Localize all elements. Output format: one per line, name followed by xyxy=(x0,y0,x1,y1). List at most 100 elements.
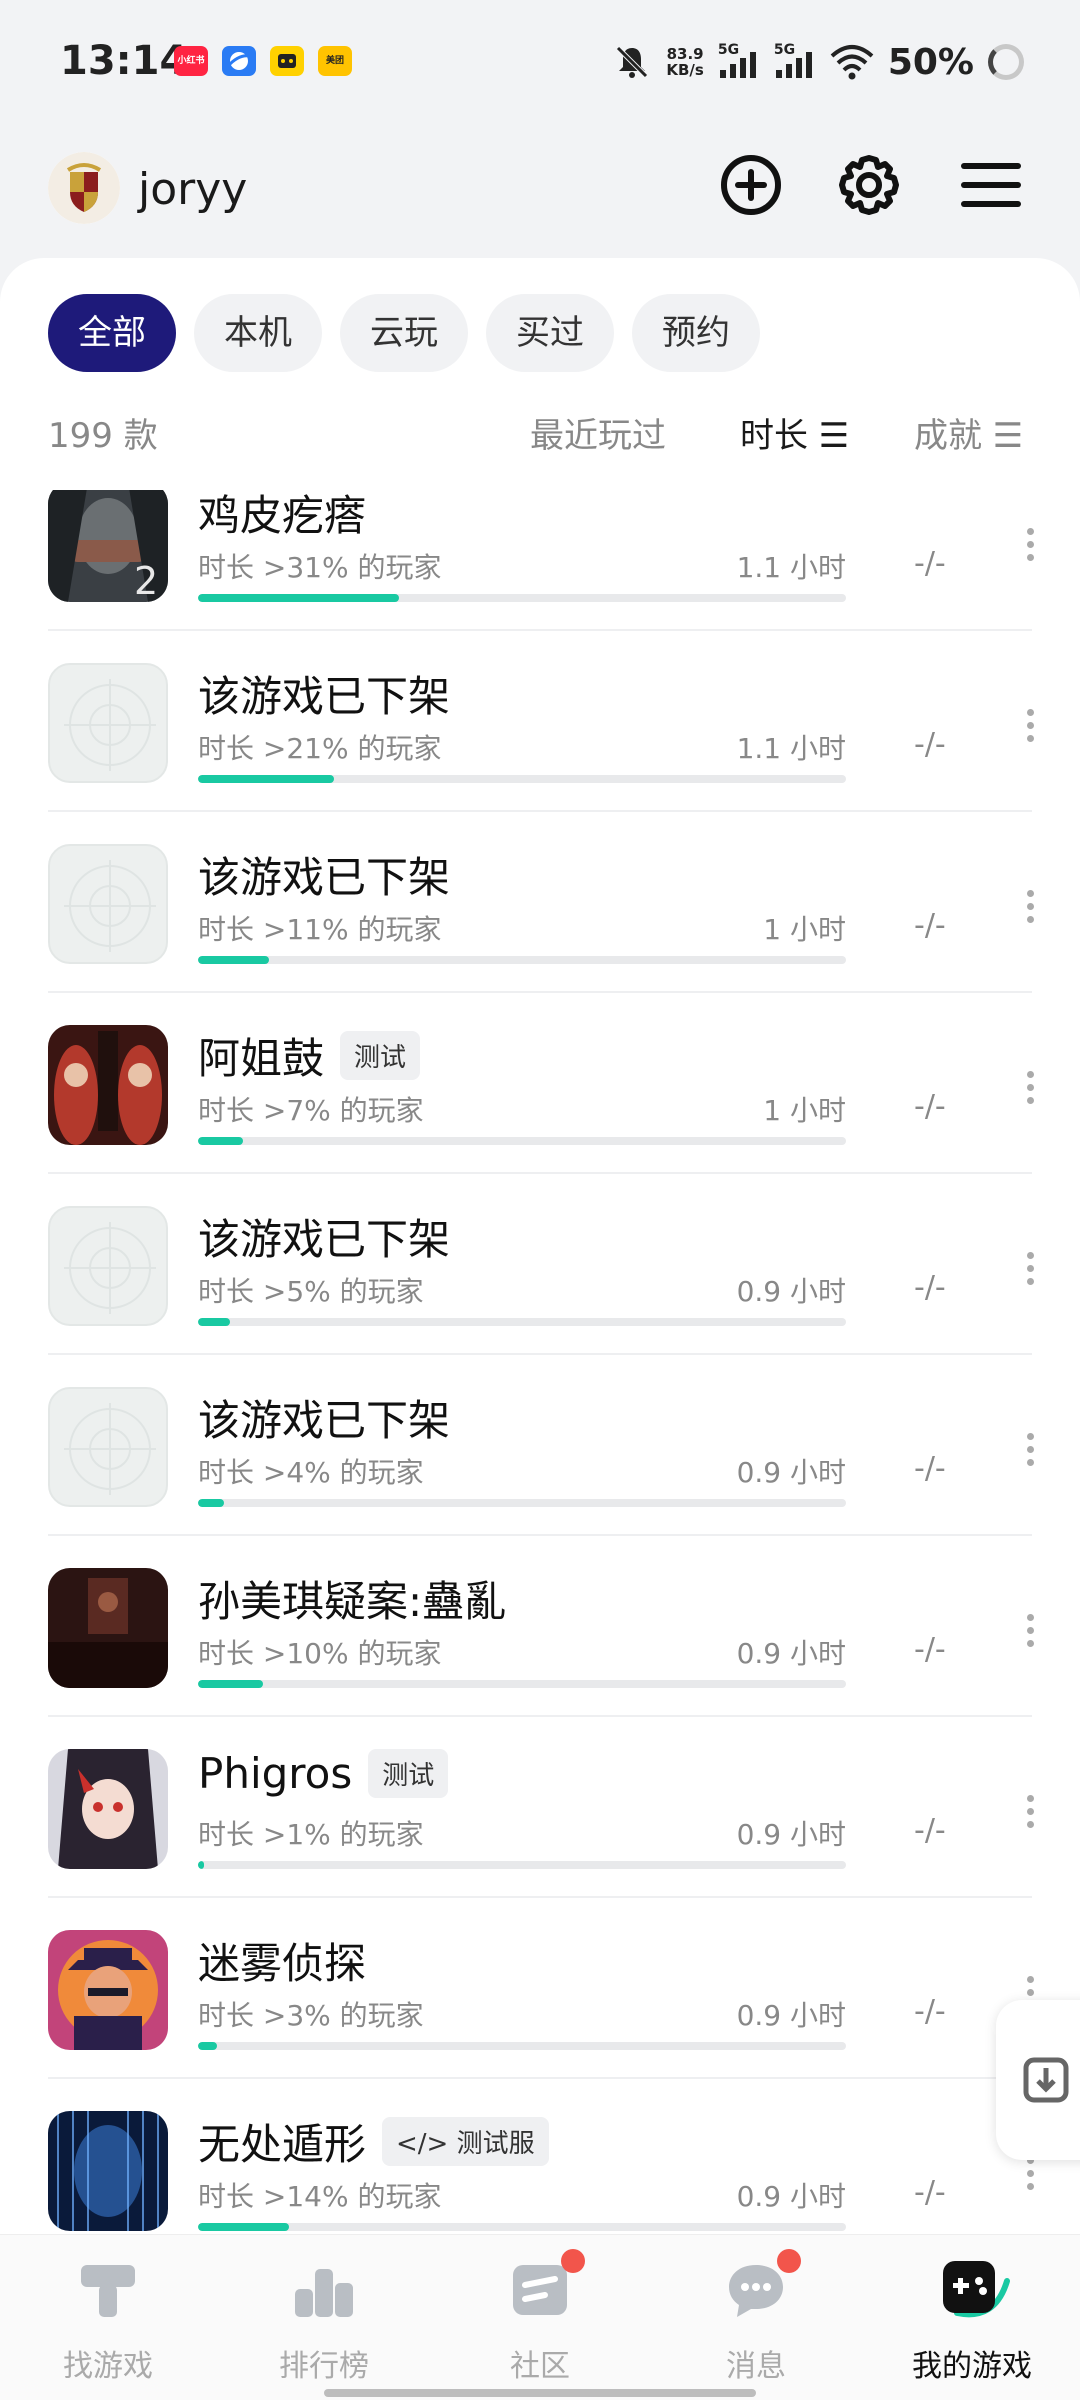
nav-messages[interactable]: 消息 xyxy=(676,2249,836,2385)
game-row[interactable]: 无处遁形 </> 测试服 时长 >14% 的玩家 0.9 小时 -/- xyxy=(0,2079,1080,2234)
game-name: 孙美琪疑案:蠱亂 xyxy=(198,1577,507,1626)
tv-app-icon xyxy=(270,46,304,76)
playtime-progress-bar xyxy=(198,1499,846,1507)
game-name: 该游戏已下架 xyxy=(198,1215,451,1264)
sort-duration[interactable]: 时长 ☰ xyxy=(740,408,849,457)
xiaohongshu-icon: 小红书 xyxy=(174,46,208,76)
game-achievement: -/- xyxy=(914,727,946,762)
more-options-icon[interactable] xyxy=(1020,1795,1040,1835)
filter-reserved[interactable]: 预约 xyxy=(632,294,760,372)
game-playtime-rank: 时长 >10% 的玩家 xyxy=(198,1637,442,1670)
game-row[interactable]: 孙美琪疑案:蠱亂 时长 >10% 的玩家 0.9 小时 -/- xyxy=(0,1536,1080,1717)
games-card: 全部 本机 云玩 买过 预约 199 款 最近玩过 时长 ☰ 成就 ☰ 2 鸡皮… xyxy=(0,258,1080,2234)
placeholder-game-icon[interactable] xyxy=(48,1387,168,1507)
playtime-progress-bar xyxy=(198,956,846,964)
more-options-icon[interactable] xyxy=(1020,1433,1040,1473)
game-hours: 0.9 小时 xyxy=(736,1818,846,1851)
game-name: 迷雾侦探 xyxy=(198,1939,367,1988)
game-achievement: -/- xyxy=(914,1089,946,1124)
nav-rankings[interactable]: 排行榜 xyxy=(244,2255,404,2385)
game-cover-icon[interactable] xyxy=(48,2111,168,2231)
game-title-row: 阿姐鼓 测试 xyxy=(198,1025,421,1086)
more-options-icon[interactable] xyxy=(1020,1071,1040,1111)
placeholder-game-icon[interactable] xyxy=(48,844,168,964)
username[interactable]: joryy xyxy=(138,164,247,215)
game-achievement: -/- xyxy=(914,1994,946,2029)
game-name: 该游戏已下架 xyxy=(198,853,451,902)
game-hours: 1.1 小时 xyxy=(736,551,846,584)
game-row[interactable]: 迷雾侦探 时长 >3% 的玩家 0.9 小时 -/- xyxy=(0,1898,1080,2079)
playtime-progress-fill xyxy=(198,775,335,783)
sort-recent[interactable]: 最近玩过 xyxy=(530,408,666,457)
playtime-progress-fill xyxy=(198,594,399,602)
home-indicator[interactable] xyxy=(324,2389,756,2397)
floating-download-button[interactable] xyxy=(996,2000,1080,2160)
profile-header: joryy xyxy=(0,140,1080,250)
game-hours: 0.9 小时 xyxy=(736,1456,846,1489)
mute-icon xyxy=(616,46,649,78)
plus-circle-icon[interactable] xyxy=(716,150,786,220)
game-achievement: -/- xyxy=(914,1813,946,1848)
game-row[interactable]: 该游戏已下架 时长 >11% 的玩家 1 小时 -/- xyxy=(0,812,1080,993)
playtime-progress-bar xyxy=(198,1861,846,1869)
game-tag: 测试 xyxy=(340,1031,421,1080)
game-cover-icon[interactable] xyxy=(48,1749,168,1869)
game-list[interactable]: 2 鸡皮疙瘩 时长 >31% 的玩家 1.1 小时 -/- 该游戏已下架 时长 … xyxy=(0,490,1080,2234)
filter-local[interactable]: 本机 xyxy=(194,294,322,372)
more-options-icon[interactable] xyxy=(1020,1252,1040,1292)
placeholder-game-icon[interactable] xyxy=(48,1206,168,1326)
nav-find-games[interactable]: 找游戏 xyxy=(28,2255,188,2385)
battery-ring-icon xyxy=(988,44,1024,80)
filter-all[interactable]: 全部 xyxy=(48,294,176,372)
more-options-icon[interactable] xyxy=(1020,1614,1040,1654)
game-row[interactable]: 该游戏已下架 时长 >4% 的玩家 0.9 小时 -/- xyxy=(0,1355,1080,1536)
more-options-icon[interactable] xyxy=(1020,890,1040,930)
game-row[interactable]: 2 鸡皮疙瘩 时长 >31% 的玩家 1.1 小时 -/- xyxy=(0,490,1080,631)
game-row[interactable]: 该游戏已下架 时长 >21% 的玩家 1.1 小时 -/- xyxy=(0,631,1080,812)
game-cover-icon[interactable]: 2 xyxy=(48,490,168,602)
playtime-progress-fill xyxy=(198,1318,231,1326)
wifi-icon xyxy=(830,45,874,80)
status-bar: 13:14 小红书 美团 83.9 KB/s 5G 5G 50% xyxy=(0,0,1080,124)
game-tag: 测试 xyxy=(368,1749,449,1798)
game-hours: 0.9 小时 xyxy=(736,1637,846,1670)
more-options-icon[interactable] xyxy=(1020,528,1040,568)
placeholder-game-icon[interactable] xyxy=(48,663,168,783)
nav-community[interactable]: 社区 xyxy=(460,2249,620,2385)
game-hours: 1 小时 xyxy=(763,1094,846,1127)
more-options-icon[interactable] xyxy=(1020,2157,1040,2197)
avatar[interactable] xyxy=(48,152,120,224)
playtime-progress-bar xyxy=(198,2042,846,2050)
game-hours: 0.9 小时 xyxy=(736,1275,846,1308)
status-indicators: 83.9 KB/s 5G 5G 50% xyxy=(612,38,1024,86)
game-cover-icon[interactable] xyxy=(48,1568,168,1688)
filter-purchased[interactable]: 买过 xyxy=(486,294,614,372)
game-row[interactable]: Phigros 测试 时长 >1% 的玩家 0.9 小时 -/- xyxy=(0,1717,1080,1898)
signal-icon: 5G xyxy=(718,42,760,82)
game-playtime-rank: 时长 >1% 的玩家 xyxy=(198,1818,424,1851)
game-cover-icon[interactable] xyxy=(48,1930,168,2050)
sort-achievement[interactable]: 成就 ☰ xyxy=(914,408,1023,457)
game-row[interactable]: 阿姐鼓 测试 时长 >7% 的玩家 1 小时 -/- xyxy=(0,993,1080,1174)
hamburger-icon[interactable] xyxy=(956,150,1026,220)
gear-icon[interactable] xyxy=(834,150,904,220)
filter-cloud[interactable]: 云玩 xyxy=(340,294,468,372)
game-cover-icon[interactable] xyxy=(48,1025,168,1145)
game-row[interactable]: 该游戏已下架 时长 >5% 的玩家 0.9 小时 -/- xyxy=(0,1174,1080,1355)
status-time: 13:14 xyxy=(60,38,188,84)
nav-my-games[interactable]: 我的游戏 xyxy=(892,2255,1052,2385)
sort-row: 199 款 最近玩过 时长 ☰ 成就 ☰ xyxy=(48,400,1032,456)
game-hours: 0.9 小时 xyxy=(736,2180,846,2213)
browser-icon xyxy=(222,46,256,76)
svg-text:2: 2 xyxy=(134,559,158,602)
more-options-icon[interactable] xyxy=(1020,709,1040,749)
gamepad-icon xyxy=(943,2261,1010,2318)
game-name: 鸡皮疙瘩 xyxy=(198,491,367,540)
game-name: Phigros xyxy=(198,1749,353,1798)
game-playtime-rank: 时长 >3% 的玩家 xyxy=(198,1999,424,2032)
playtime-progress-fill xyxy=(198,2042,218,2050)
game-achievement: -/- xyxy=(914,1451,946,1486)
hammer-icon xyxy=(81,2265,135,2317)
game-tag: </> 测试服 xyxy=(382,2117,549,2166)
game-playtime-rank: 时长 >4% 的玩家 xyxy=(198,1456,424,1489)
